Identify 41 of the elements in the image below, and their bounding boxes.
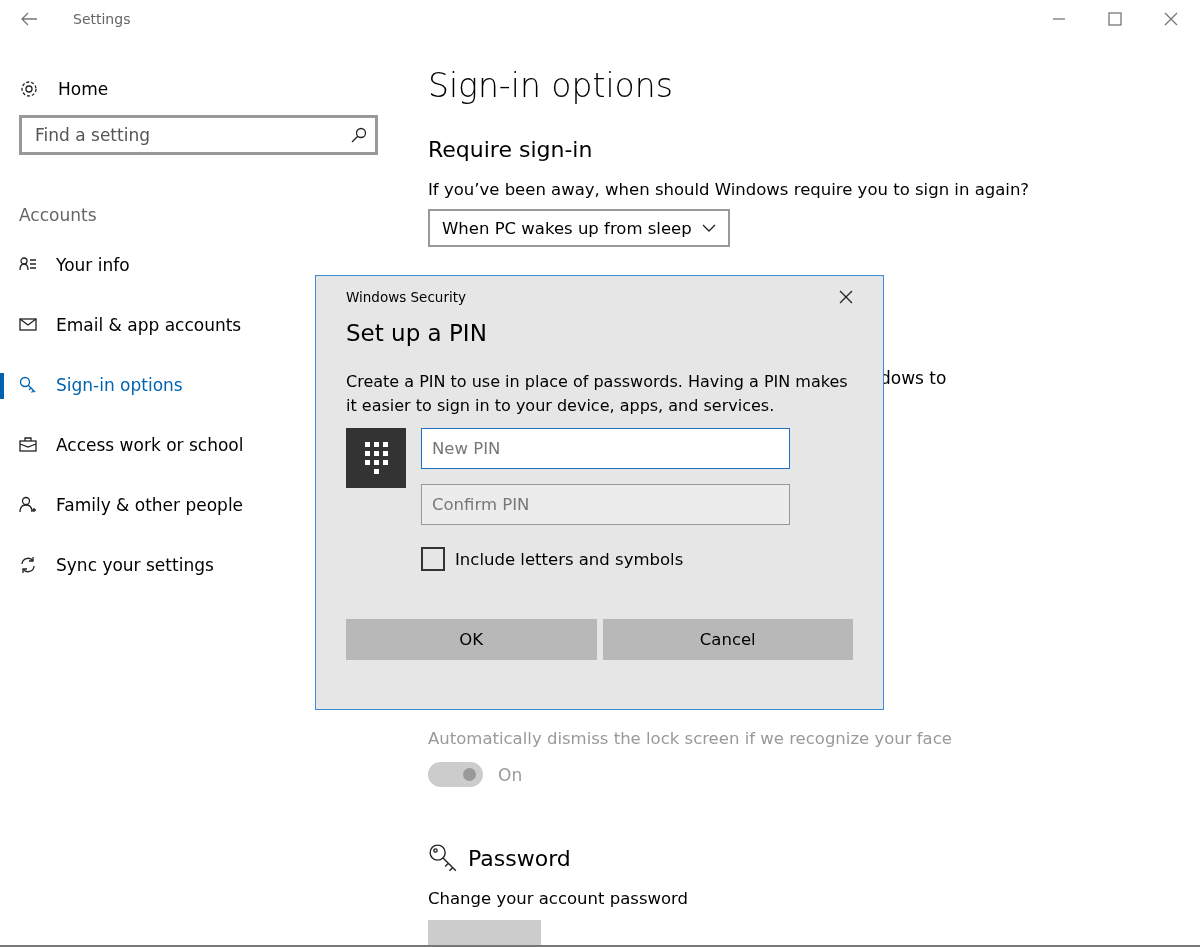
dropdown[interactable]: When PC wakes up from sleep <box>428 209 730 247</box>
sidebar-item[interactable]: Email & app accounts <box>56 315 242 335</box>
checkbox[interactable] <box>421 547 445 571</box>
checkbox-label: Include letters and symbols <box>455 549 684 569</box>
sidebar-item[interactable]: Your info <box>56 255 130 275</box>
question-text: If you’ve been away, when should Windows require you to sign in again? <box>428 180 1030 199</box>
sync-icon <box>19 556 37 574</box>
dialog-heading: Set up a PIN <box>346 320 488 346</box>
cancel-button[interactable]: Cancel <box>602 619 853 660</box>
sidebar-item[interactable]: Sign-in options <box>56 375 183 395</box>
section-label: Accounts <box>18 204 98 227</box>
back-arrow-icon <box>20 12 38 26</box>
person-add-icon <box>19 496 37 514</box>
page-title: Sign-in options <box>428 66 674 107</box>
search-field[interactable]: Find a setting <box>19 115 378 155</box>
toggle-label: On <box>498 764 523 785</box>
sidebar-item[interactable]: Family & other people <box>56 495 244 515</box>
pin-field[interactable]: New PIN <box>421 428 790 469</box>
description-text: Change your account password <box>428 889 690 908</box>
window-title: Settings <box>73 11 131 27</box>
envelope-icon <box>19 316 37 334</box>
close-icon <box>1164 12 1178 26</box>
maximize-icon <box>1108 12 1122 26</box>
section-heading: Password <box>468 845 571 871</box>
ok-button[interactable]: OK <box>346 619 597 660</box>
pin-field[interactable]: Confirm PIN <box>421 484 790 525</box>
gear-icon <box>19 79 39 99</box>
keypad-icon <box>346 428 406 488</box>
sidebar-item[interactable]: Access work or school <box>56 435 244 455</box>
key-icon <box>19 376 37 394</box>
chevron-down-icon <box>702 224 716 232</box>
home-link[interactable]: Home <box>58 79 109 99</box>
close-icon <box>839 290 853 304</box>
dialog-description: Create a PIN to use in place of passwords. Having a PIN makes it easier to sign in to your device, apps, and services. <box>346 371 849 417</box>
sidebar-item[interactable]: Sync your settings <box>56 555 214 575</box>
setting-label: Automatically dismiss the lock screen if we recognize your face <box>428 729 953 748</box>
section-heading: Require sign-in <box>428 135 594 164</box>
search-icon <box>351 127 367 143</box>
key-icon <box>428 843 458 873</box>
briefcase-icon <box>19 436 37 454</box>
dialog-title: Windows Security <box>346 289 466 305</box>
